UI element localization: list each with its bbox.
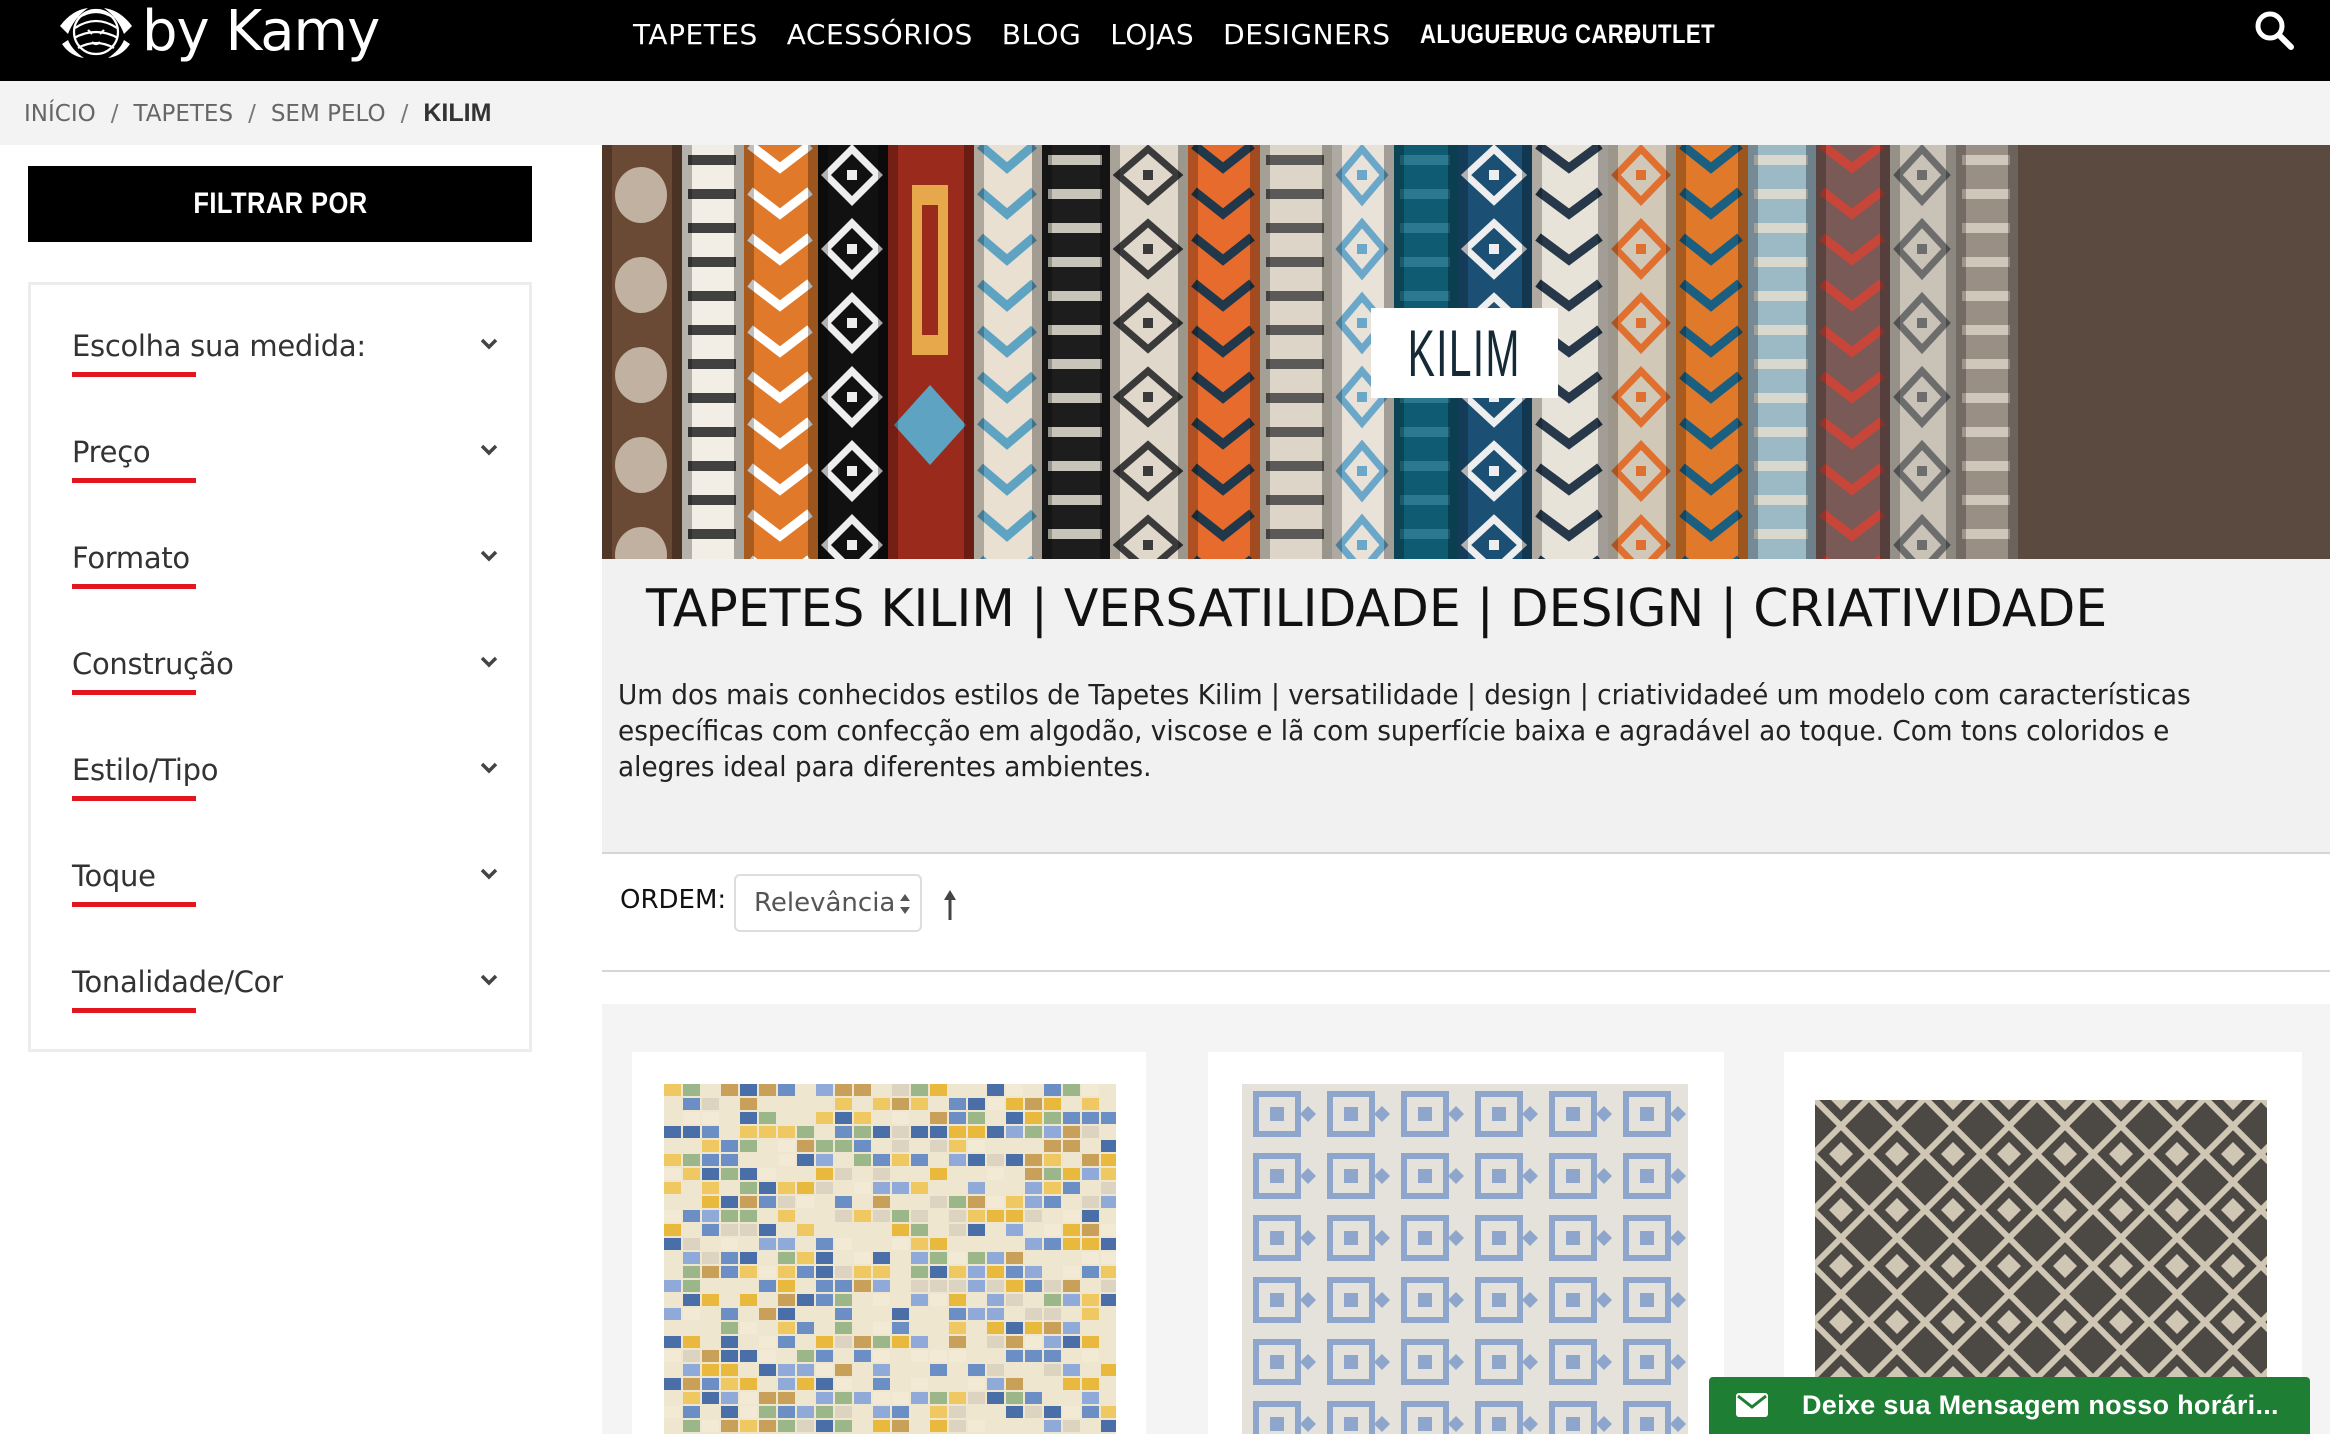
- filter-toque[interactable]: Toque: [72, 859, 498, 919]
- product-grid: [602, 1004, 2330, 1434]
- divider: [602, 852, 2330, 854]
- chevron-down-icon: [480, 762, 498, 774]
- filter-construcao[interactable]: Construção: [72, 647, 498, 707]
- product-image: [1242, 1084, 1688, 1434]
- product-image: [664, 1084, 1116, 1434]
- chevron-down-icon: [480, 550, 498, 562]
- chat-widget-label: Deixe sua Mensagem nosso horári...: [1802, 1390, 2279, 1420]
- filter-underline: [72, 690, 196, 695]
- divider: [602, 970, 2330, 972]
- filter-label: Toque: [72, 859, 156, 893]
- nav-item-designers[interactable]: DESIGNERS: [1223, 18, 1390, 51]
- top-navigation-bar: by Kamy TAPETES ACESSÓRIOS BLOG LOJAS DE…: [0, 0, 2330, 81]
- filter-label: Construção: [72, 647, 234, 681]
- chevron-down-icon: [480, 974, 498, 986]
- filter-label: Formato: [72, 541, 190, 575]
- hero-banner: KILIM: [602, 145, 2330, 559]
- search-button[interactable]: [2252, 8, 2296, 52]
- product-card[interactable]: [632, 1052, 1146, 1434]
- filter-underline: [72, 796, 196, 801]
- nav-item-blog[interactable]: BLOG: [1002, 18, 1082, 51]
- nav-item-tapetes[interactable]: TAPETES: [633, 18, 758, 51]
- filter-header-button[interactable]: FILTRAR POR: [28, 166, 532, 242]
- product-card[interactable]: [1208, 1052, 1724, 1434]
- filter-header-label: FILTRAR POR: [192, 187, 368, 220]
- breadcrumb-current: KILIM: [423, 99, 492, 127]
- page-title: TAPETES KILIM | VERSATILIDADE | DESIGN |…: [645, 579, 2108, 639]
- chevron-down-icon: [480, 338, 498, 350]
- nav-item-rug-care[interactable]: RUG CARE: [1518, 19, 1639, 50]
- filter-formato[interactable]: Formato: [72, 541, 498, 601]
- filter-preco[interactable]: Preço: [72, 435, 498, 495]
- breadcrumb-separator: /: [248, 100, 256, 127]
- logo[interactable]: by Kamy: [48, 0, 380, 64]
- filter-underline: [72, 584, 196, 589]
- filter-underline: [72, 1008, 196, 1013]
- select-arrows-icon: [900, 894, 910, 914]
- filter-underline: [72, 372, 196, 377]
- arrow-up-icon[interactable]: [940, 888, 960, 922]
- breadcrumb: INÍCIO / TAPETES / SEM PELO / KILIM: [24, 99, 491, 128]
- breadcrumb-tapetes[interactable]: TAPETES: [133, 101, 233, 127]
- filter-estilo-tipo[interactable]: Estilo/Tipo: [72, 753, 498, 813]
- filter-label: Escolha sua medida:: [72, 329, 366, 363]
- breadcrumb-sem-pelo[interactable]: SEM PELO: [271, 101, 386, 127]
- chevron-down-icon: [480, 444, 498, 456]
- chevron-down-icon: [480, 656, 498, 668]
- filter-label: Preço: [72, 435, 151, 469]
- filter-label: Estilo/Tipo: [72, 753, 219, 787]
- main-nav: TAPETES ACESSÓRIOS BLOG LOJAS DESIGNERS …: [633, 14, 1735, 54]
- sort-select[interactable]: Relevância: [734, 874, 922, 932]
- chevron-down-icon: [480, 868, 498, 880]
- nav-item-lojas[interactable]: LOJAS: [1110, 18, 1194, 51]
- lion-logo-icon: [60, 8, 132, 58]
- breadcrumb-inicio[interactable]: INÍCIO: [24, 101, 96, 127]
- filter-medida[interactable]: Escolha sua medida:: [72, 329, 498, 389]
- search-icon: [2255, 11, 2294, 50]
- breadcrumb-separator: /: [110, 100, 119, 127]
- category-description: Um dos mais conhecidos estilos de Tapete…: [618, 678, 2191, 783]
- sort-label: ORDEM:: [620, 885, 727, 915]
- envelope-icon: [1736, 1393, 1768, 1417]
- hero-tag: KILIM: [1371, 308, 1558, 398]
- filter-panel: Escolha sua medida: Preço Formato Constr…: [28, 282, 532, 1052]
- filter-tonalidade-cor[interactable]: Tonalidade/Cor: [72, 965, 498, 1025]
- filter-underline: [72, 902, 196, 907]
- nav-item-outlet[interactable]: OUTLET: [1624, 19, 1715, 50]
- breadcrumb-separator: /: [400, 100, 409, 127]
- filter-label: Tonalidade/Cor: [72, 965, 283, 999]
- category-intro: TAPETES KILIM | VERSATILIDADE | DESIGN |…: [602, 559, 2330, 852]
- chat-widget-button[interactable]: Deixe sua Mensagem nosso horári...: [1709, 1377, 2310, 1434]
- logo-text: by Kamy: [142, 0, 380, 64]
- hero-tag-label: KILIM: [1407, 316, 1522, 390]
- nav-item-acessorios[interactable]: ACESSÓRIOS: [787, 18, 973, 51]
- sort-selected-value: Relevância: [754, 888, 896, 918]
- filter-underline: [72, 478, 196, 483]
- nav-item-aluguel[interactable]: ALUGUEL: [1420, 19, 1529, 50]
